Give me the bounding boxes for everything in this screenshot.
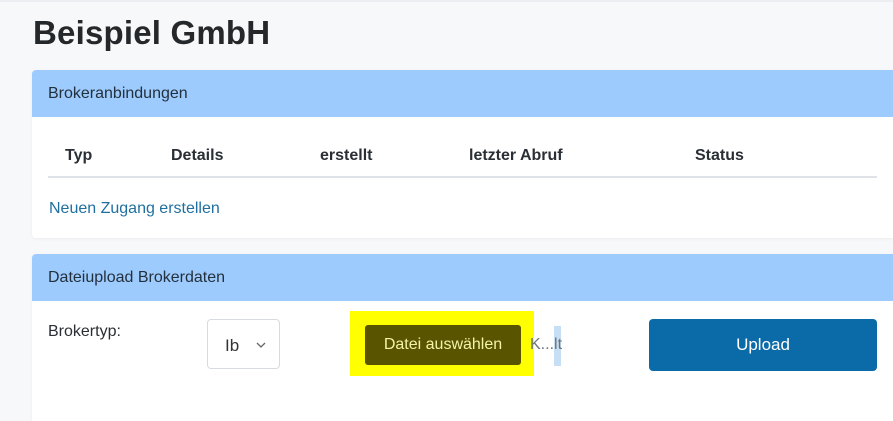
broker-upload-header: Dateiupload Brokerdaten bbox=[32, 254, 893, 301]
table-header-divider bbox=[48, 176, 877, 178]
column-header-status: Status bbox=[695, 147, 744, 164]
broker-connections-header: Brokeranbindungen bbox=[32, 70, 893, 117]
choose-file-button[interactable]: Datei auswählen bbox=[365, 325, 521, 365]
chevron-down-icon bbox=[256, 342, 266, 348]
broker-type-value: Ib bbox=[225, 336, 240, 355]
column-header-typ: Typ bbox=[65, 147, 93, 164]
upload-button[interactable]: Upload bbox=[649, 319, 877, 371]
broker-type-label: Brokertyp: bbox=[48, 323, 121, 340]
broker-upload-card: Dateiupload Brokerdaten Brokertyp: Ib Da… bbox=[32, 254, 893, 421]
broker-connections-card: Brokeranbindungen Typ Details erstellt l… bbox=[32, 70, 893, 238]
page-title: Beispiel GmbH bbox=[33, 14, 271, 51]
column-header-erstellt: erstellt bbox=[320, 147, 373, 164]
broker-type-select[interactable]: Ib bbox=[207, 319, 280, 369]
selected-file-name: K...lt bbox=[530, 336, 563, 353]
top-bar bbox=[0, 0, 893, 2]
column-header-letzter-abruf: letzter Abruf bbox=[469, 147, 563, 164]
column-header-details: Details bbox=[171, 147, 224, 164]
new-access-link[interactable]: Neuen Zugang erstellen bbox=[49, 200, 220, 218]
